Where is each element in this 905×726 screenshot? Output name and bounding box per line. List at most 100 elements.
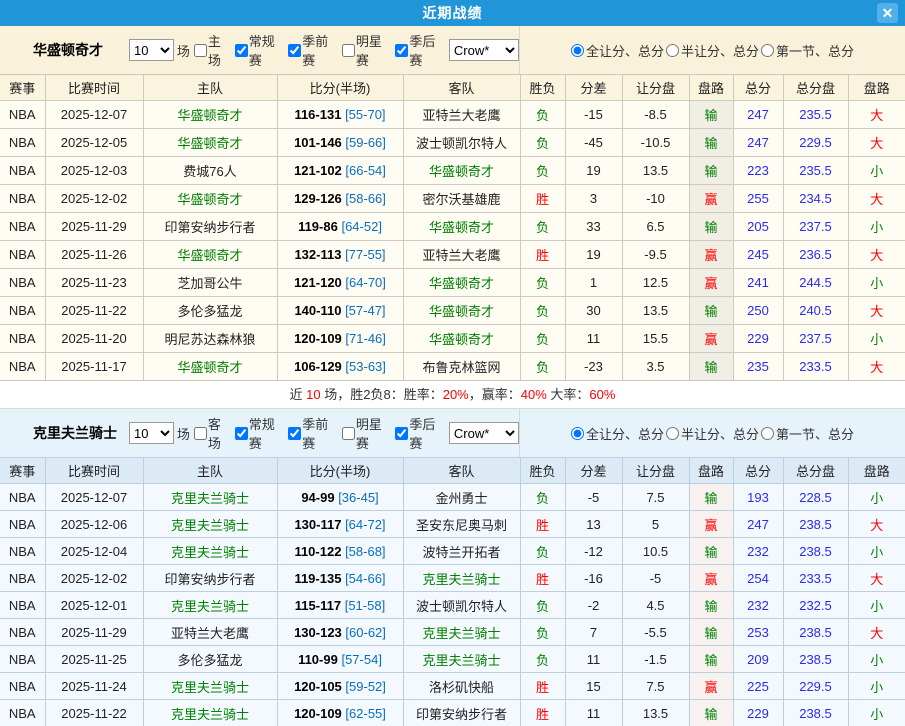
score-halftime: [71-46] [345,331,385,346]
cell-handicap-result: 赢 [689,511,733,538]
table-row: NBA 2025-12-03 费城76人 121-102 [66-54] 华盛顿… [0,157,905,185]
cell-total-line: 240.5 [783,297,848,325]
filter-checkbox-input[interactable] [288,427,301,440]
filter-checkbox-input[interactable] [342,44,355,57]
cell-home-team: 克里夫兰骑士 [143,484,277,511]
score-halftime: [58-66] [345,191,385,206]
filter-checkbox-input[interactable] [194,44,207,57]
cell-total-points: 229 [733,325,783,353]
cell-total-line: 238.5 [783,646,848,673]
bet-type-radio[interactable]: 全让分、总分 [571,424,664,443]
cell-home-team: 华盛顿奇才 [143,101,277,129]
filter-checkbox[interactable]: 常规赛 [233,414,287,452]
cell-win-loss: 胜 [520,185,565,213]
cell-total-points: 250 [733,297,783,325]
cell-over-under-result: 大 [848,511,905,538]
cell-date: 2025-12-02 [45,185,143,213]
team-section: 华盛顿奇才 10 场 主场 常规赛 季前赛 明星赛 季后赛 Crow* [0,26,905,409]
bet-type-radio-input[interactable] [761,427,774,440]
cell-win-loss: 负 [520,157,565,185]
column-header: 总分盘 [783,75,848,101]
column-header: 分差 [565,458,622,484]
filter-checkbox-input[interactable] [395,427,408,440]
bet-type-radio-input[interactable] [666,44,679,57]
filter-checkbox[interactable]: 季后赛 [393,414,447,452]
games-count-select[interactable]: 10 [129,39,174,61]
cell-score: 110-122 [58-68] [277,538,403,565]
filter-checkbox[interactable]: 季前赛 [286,31,340,69]
cell-win-loss: 胜 [520,673,565,700]
score-fulltime: 94-99 [301,490,334,505]
summary-stat-value: 20% [443,387,469,402]
filter-checkbox-input[interactable] [235,427,248,440]
filter-checkbox-input[interactable] [194,427,207,440]
cell-league: NBA [0,673,45,700]
cell-handicap-line: 6.5 [622,213,689,241]
cell-point-diff: -5 [565,484,622,511]
score-fulltime: 101-146 [294,135,342,150]
filter-checkbox[interactable]: 季后赛 [393,31,447,69]
close-button[interactable]: ✕ [877,3,898,23]
filter-label: 明星赛 [356,31,394,69]
filter-label: 季后赛 [409,31,447,69]
bet-type-radio[interactable]: 第一节、总分 [761,41,854,60]
bet-type-radio[interactable]: 半让分、总分 [666,424,759,443]
summary-stat-value: 40% [521,387,547,402]
source-select[interactable]: Crow* [449,39,519,61]
filter-checkbox[interactable]: 主场 [192,31,233,69]
cell-total-points: 247 [733,101,783,129]
cell-date: 2025-12-07 [45,484,143,511]
cell-point-diff: -15 [565,101,622,129]
filter-checkbox-input[interactable] [395,44,408,57]
score-halftime: [64-72] [345,517,385,532]
source-select[interactable]: Crow* [449,422,519,444]
cell-total-line: 229.5 [783,673,848,700]
cell-total-line: 233.5 [783,353,848,381]
cell-over-under-result: 大 [848,241,905,269]
filter-checkbox-input[interactable] [288,44,301,57]
cell-handicap-result: 赢 [689,185,733,213]
filter-checkbox[interactable]: 明星赛 [340,414,394,452]
filter-checkbox[interactable]: 常规赛 [233,31,287,69]
filter-checkbox[interactable]: 季前赛 [286,414,340,452]
column-header: 总分盘 [783,458,848,484]
cell-handicap-line: 7.5 [622,484,689,511]
cell-total-points: 193 [733,484,783,511]
cell-away-team: 波特兰开拓者 [403,538,520,565]
cell-league: NBA [0,241,45,269]
bet-type-radio[interactable]: 第一节、总分 [761,424,854,443]
bet-type-radio-input[interactable] [761,44,774,57]
cell-league: NBA [0,700,45,726]
cell-over-under-result: 小 [848,538,905,565]
score-fulltime: 119-86 [298,219,338,234]
cell-score: 121-120 [64-70] [277,269,403,297]
cell-away-team: 布鲁克林篮网 [403,353,520,381]
cell-handicap-line: 7.5 [622,673,689,700]
cell-handicap-result: 输 [689,157,733,185]
bet-type-radio-input[interactable] [571,427,584,440]
cell-handicap-line: 3.5 [622,353,689,381]
filter-checkbox-input[interactable] [342,427,355,440]
bet-type-radio-input[interactable] [571,44,584,57]
cell-score: 94-99 [36-45] [277,484,403,511]
cell-league: NBA [0,511,45,538]
summary-text: ，赢率： [469,387,521,402]
filter-checkbox-input[interactable] [235,44,248,57]
dialog-title: 近期战绩 [423,3,483,23]
filter-checkbox[interactable]: 明星赛 [340,31,394,69]
cell-over-under-result: 大 [848,129,905,157]
cell-over-under-result: 小 [848,269,905,297]
bet-type-radio[interactable]: 全让分、总分 [571,41,664,60]
filter-checkbox[interactable]: 客场 [192,414,233,452]
games-count-select[interactable]: 10 [129,422,174,444]
cell-total-points: 232 [733,538,783,565]
score-halftime: [62-55] [345,706,385,721]
table-row: NBA 2025-11-23 芝加哥公牛 121-120 [64-70] 华盛顿… [0,269,905,297]
team-name: 华盛顿奇才 [33,40,129,60]
bet-type-radio-input[interactable] [666,427,679,440]
cell-away-team: 圣安东尼奥马刺 [403,511,520,538]
cell-away-team: 金州勇士 [403,484,520,511]
cell-over-under-result: 小 [848,157,905,185]
cell-date: 2025-12-01 [45,592,143,619]
bet-type-radio[interactable]: 半让分、总分 [666,41,759,60]
